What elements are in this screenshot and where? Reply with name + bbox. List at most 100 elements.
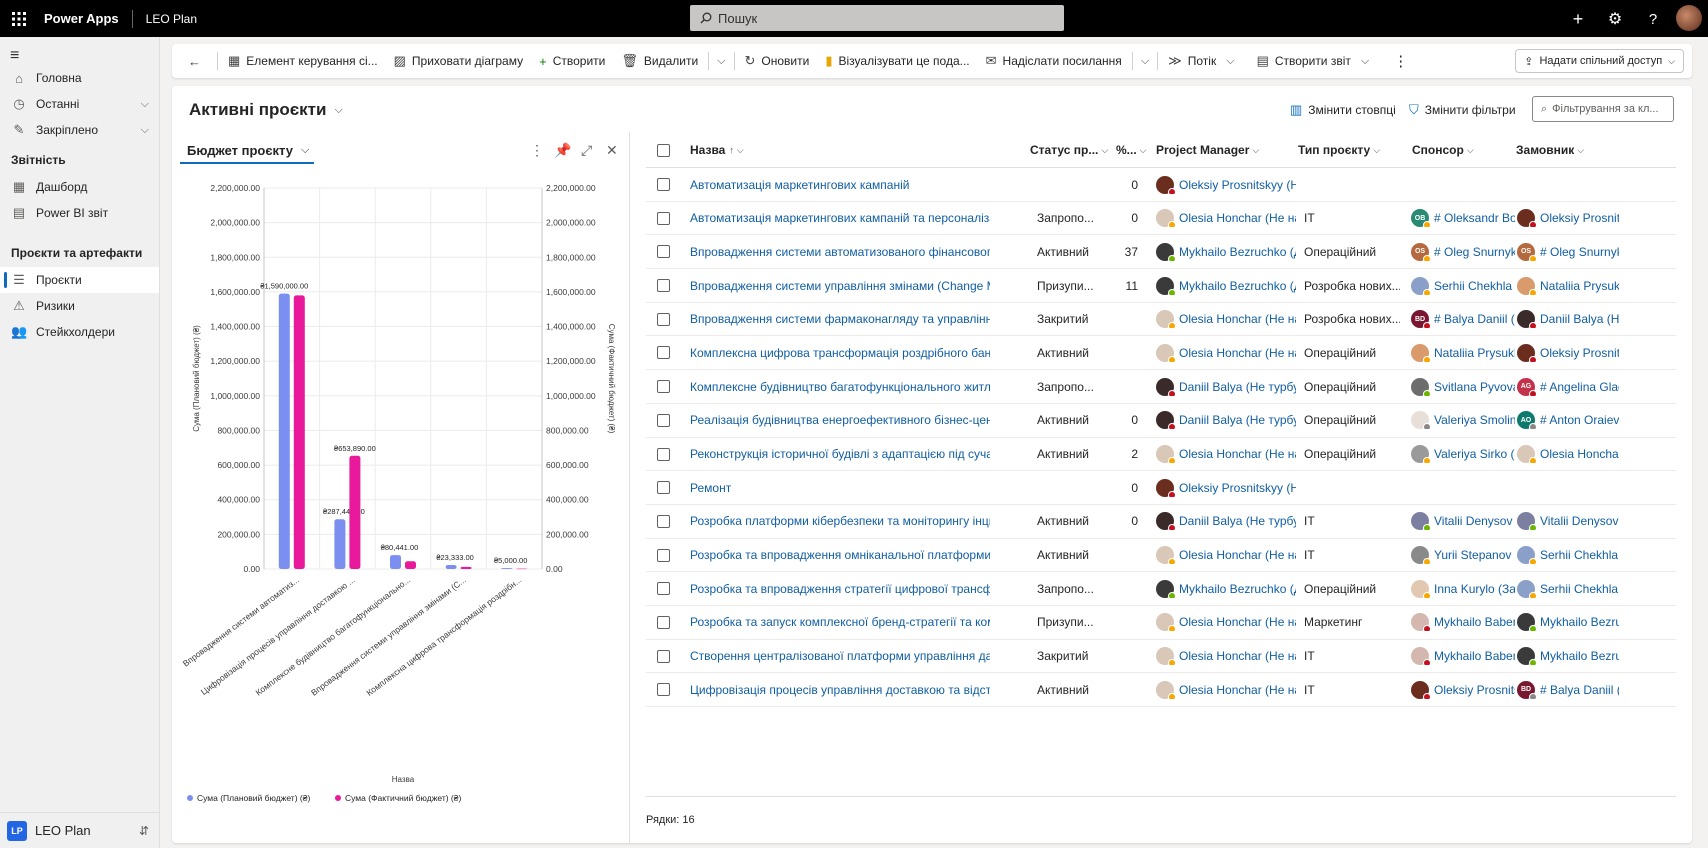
person-lookup[interactable]: Daniil Balya (Не ... <box>1517 310 1619 329</box>
project-name-link[interactable]: Впровадження системи управління змінами … <box>690 269 990 302</box>
new-button[interactable]: + Створити <box>531 44 613 78</box>
person-lookup[interactable]: Olesia Honchar ... <box>1517 445 1619 463</box>
chevron-down-icon[interactable]: ⌵ <box>1216 55 1240 68</box>
hide-chart-button[interactable]: ▨ Приховати діаграму <box>386 44 531 78</box>
table-row[interactable]: Ремонт 0 Oleksiy Prosnitskyy (Не... <box>646 471 1676 505</box>
person-lookup[interactable]: Mykhailo Bezruchko (Д... <box>1156 242 1296 261</box>
row-checkbox[interactable] <box>657 404 670 437</box>
person-lookup[interactable]: Olesia Honchar (Не на ... <box>1156 209 1296 228</box>
person-lookup[interactable]: Oleksiy Prosnitskyy (Не... <box>1156 175 1296 194</box>
legend-label[interactable]: Сума (Фактичний бюджет) (₴) <box>345 793 461 803</box>
nav-item-powerbi-report[interactable]: ▤ Power BI звіт <box>0 200 159 226</box>
project-name-link[interactable]: Цифровізація процесів управління доставк… <box>690 673 990 706</box>
person-lookup[interactable]: Mykhailo Bezruchko (Д... <box>1156 579 1296 598</box>
person-lookup[interactable]: AO# Anton Oraievs... <box>1517 411 1619 430</box>
chevron-down-icon[interactable]: ⌵ <box>1135 55 1155 68</box>
user-avatar[interactable] <box>1676 5 1702 31</box>
project-name-link[interactable]: Розробка та запуск комплексної бренд-стр… <box>690 606 990 639</box>
person-lookup[interactable]: Mykhailo Bezruchko (Д... <box>1156 276 1296 295</box>
more-icon[interactable]: ⋮ <box>1383 44 1418 78</box>
nav-item-projects[interactable]: ☰ Проєкти <box>0 267 159 293</box>
row-checkbox[interactable] <box>657 336 670 369</box>
project-name-link[interactable]: Впровадження системи автоматизованого фі… <box>690 235 990 268</box>
refresh-button[interactable]: ↻ Оновити <box>737 44 818 78</box>
table-row[interactable]: Реконструкція історичної будівлі з адапт… <box>646 438 1676 472</box>
share-button[interactable]: ⇪ Надати спільний доступ ⌵ <box>1515 49 1684 73</box>
person-lookup[interactable]: Serhii Chekhla (... <box>1517 579 1619 598</box>
bar-planned[interactable] <box>334 519 346 569</box>
person-lookup[interactable]: Mykhailo Bezru... <box>1517 613 1619 632</box>
table-row[interactable]: Цифровізація процесів управління доставк… <box>646 673 1676 707</box>
person-lookup[interactable]: Olesia Honchar (Не на ... <box>1156 546 1296 565</box>
visualize-button[interactable]: ▮ Візуалізувати це пода... <box>817 44 977 78</box>
table-row[interactable]: Розробка платформи кібербезпеки та моніт… <box>646 505 1676 539</box>
app-name[interactable]: LEO Plan <box>146 12 197 26</box>
chevron-down-icon[interactable]: ⌵ <box>1351 55 1375 68</box>
person-lookup[interactable]: OS # Oleg Snurnyk... <box>1411 242 1515 261</box>
row-checkbox[interactable] <box>657 202 670 235</box>
bar-actual[interactable] <box>293 295 305 569</box>
column-header-name[interactable]: Назва ↑ ⌵ <box>690 132 744 168</box>
row-checkbox[interactable] <box>657 640 670 673</box>
app-launcher-icon[interactable] <box>0 0 38 37</box>
person-lookup[interactable]: Svitlana Pyvovar... <box>1411 377 1515 396</box>
legend-label[interactable]: Сума (Плановий бюджет) (₴) <box>197 793 310 803</box>
person-lookup[interactable]: OS # Oleg Snurnyk... <box>1517 242 1619 261</box>
person-lookup[interactable]: Olesia Honchar (Не на ... <box>1156 680 1296 699</box>
column-header-customer[interactable]: Замовник ⌵ <box>1516 132 1584 168</box>
table-row[interactable]: Впровадження системи управління змінами … <box>646 269 1676 303</box>
person-lookup[interactable]: Oleksiy Prosnits... <box>1411 680 1515 699</box>
view-selector[interactable]: Активні проєкти ⌵ <box>189 100 343 120</box>
table-row[interactable]: Комплексне будівництво багатофункціональ… <box>646 370 1676 404</box>
bar-planned[interactable] <box>501 568 513 569</box>
nav-item-pinned[interactable]: ✎ Закріплено ⌵ <box>0 117 159 143</box>
table-row[interactable]: Розробка та впровадження стратегії цифро… <box>646 572 1676 606</box>
person-lookup[interactable]: Olesia Honchar (Не на ... <box>1156 343 1296 362</box>
person-lookup[interactable]: Oleksiy Prosnitskyy (Не... <box>1156 478 1296 497</box>
delete-button[interactable]: 🗑 Видалити <box>613 44 706 78</box>
bar-actual[interactable] <box>349 455 361 569</box>
project-name-link[interactable]: Розробка платформи кібербезпеки та моніт… <box>690 505 990 538</box>
bar-planned[interactable] <box>390 555 401 569</box>
person-lookup[interactable]: AG # Angelina Glad... <box>1517 377 1619 396</box>
project-name-link[interactable]: Реконструкція історичної будівлі з адапт… <box>690 438 990 471</box>
row-checkbox[interactable] <box>657 303 670 336</box>
search-input[interactable]: Пошук <box>690 5 1064 31</box>
row-checkbox[interactable] <box>657 438 670 471</box>
bar-actual[interactable] <box>460 566 472 569</box>
add-icon[interactable]: + <box>1566 7 1590 31</box>
person-lookup[interactable]: Inna Kurylo (За... <box>1411 579 1515 598</box>
row-checkbox[interactable] <box>657 235 670 268</box>
nav-item-risks[interactable]: ⚠ Ризики <box>0 293 159 319</box>
row-checkbox[interactable] <box>657 539 670 572</box>
person-lookup[interactable]: Olesia Honchar (Не на ... <box>1156 310 1296 329</box>
person-lookup[interactable]: BD # Balya Daniil (... <box>1411 310 1515 329</box>
project-name-link[interactable]: Ремонт <box>690 471 990 504</box>
column-header-sponsor[interactable]: Спонсор ⌵ <box>1412 132 1474 168</box>
person-lookup[interactable]: Valeriya Smolin... <box>1411 411 1515 430</box>
person-lookup[interactable]: Serhii Chekhla (... <box>1517 546 1619 565</box>
nav-item-home[interactable]: ⌂ Головна <box>0 65 159 91</box>
bar-actual[interactable] <box>405 561 416 569</box>
person-lookup[interactable]: Nataliia Prysukh... <box>1517 276 1619 295</box>
person-lookup[interactable]: Yurii Stepanov (... <box>1411 546 1515 565</box>
keyword-filter-input[interactable]: ⌕ Фільтрування за кл... <box>1532 96 1674 122</box>
person-lookup[interactable]: Oleksiy Prosnits... <box>1517 343 1619 362</box>
edit-columns-button[interactable]: ▥ Змінити стовпці <box>1290 102 1396 118</box>
person-lookup[interactable]: Oleksiy Prosnits... <box>1517 209 1619 228</box>
table-row[interactable]: Розробка та впровадження омніканальної п… <box>646 539 1676 573</box>
person-lookup[interactable]: Olesia Honchar (Не на ... <box>1156 613 1296 632</box>
table-row[interactable]: Автоматизація маркетингових кампаній та … <box>646 202 1676 236</box>
project-name-link[interactable]: Комплексне будівництво багатофункціональ… <box>690 370 990 403</box>
table-row[interactable]: Автоматизація маркетингових кампаній 0 Ole… <box>646 168 1676 202</box>
row-checkbox[interactable] <box>657 606 670 639</box>
bar-planned[interactable] <box>278 293 290 569</box>
expand-icon[interactable]: ⤢ <box>581 142 592 159</box>
chart-selector[interactable]: Бюджет проєкту ⌵ <box>180 138 314 164</box>
product-name[interactable]: Power Apps <box>44 11 119 26</box>
person-lookup[interactable]: Daniil Balya (Не турбув... <box>1156 377 1296 396</box>
row-checkbox[interactable] <box>657 572 670 605</box>
person-lookup[interactable]: Vitalii Denysov (... <box>1411 512 1515 531</box>
project-name-link[interactable]: Розробка та впровадження стратегії цифро… <box>690 572 990 605</box>
create-report-button[interactable]: ▤ Створити звіт ⌵ <box>1249 44 1384 78</box>
